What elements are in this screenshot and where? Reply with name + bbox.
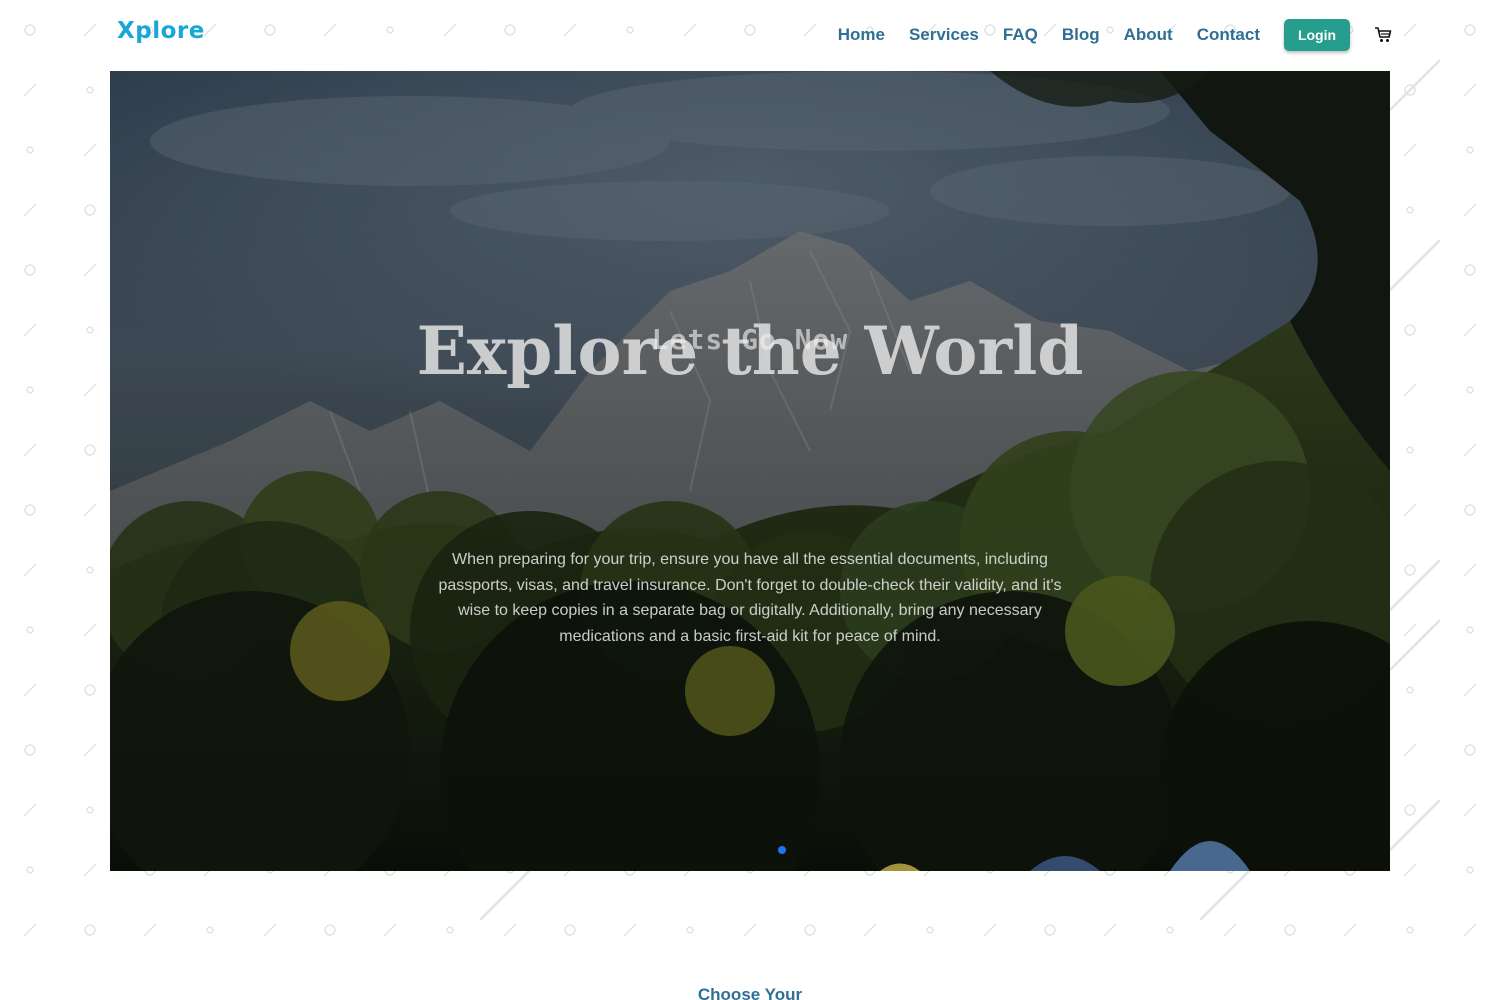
hero-description: When preparing for your trip, ensure you… [438,551,1062,645]
main-nav: Home Services FAQ Blog About Contact Log… [838,19,1392,51]
brand-logo[interactable]: Xplore [117,18,205,44]
hero-kicker: Lets Go Now [651,323,849,356]
nav-contact-link[interactable]: Contact [1197,19,1260,51]
section-heading: Choose Your [697,985,803,1000]
login-button[interactable]: Login [1284,19,1350,51]
cart-icon[interactable] [1374,26,1392,44]
nav-home-link[interactable]: Home [838,19,885,51]
carousel-indicator-dot[interactable] [778,846,786,854]
hero-carousel: Explore the World Lets Go Now When prepa… [110,71,1390,871]
nav-about-link[interactable]: About [1124,19,1173,51]
nav-blog-link[interactable]: Blog [1062,19,1100,51]
nav-services-link[interactable]: Services [909,19,979,51]
hero-overlay [110,71,1390,871]
site-header: Xplore Home Services FAQ Blog About Cont… [0,0,1500,71]
nav-faq-link[interactable]: FAQ [1003,19,1038,51]
